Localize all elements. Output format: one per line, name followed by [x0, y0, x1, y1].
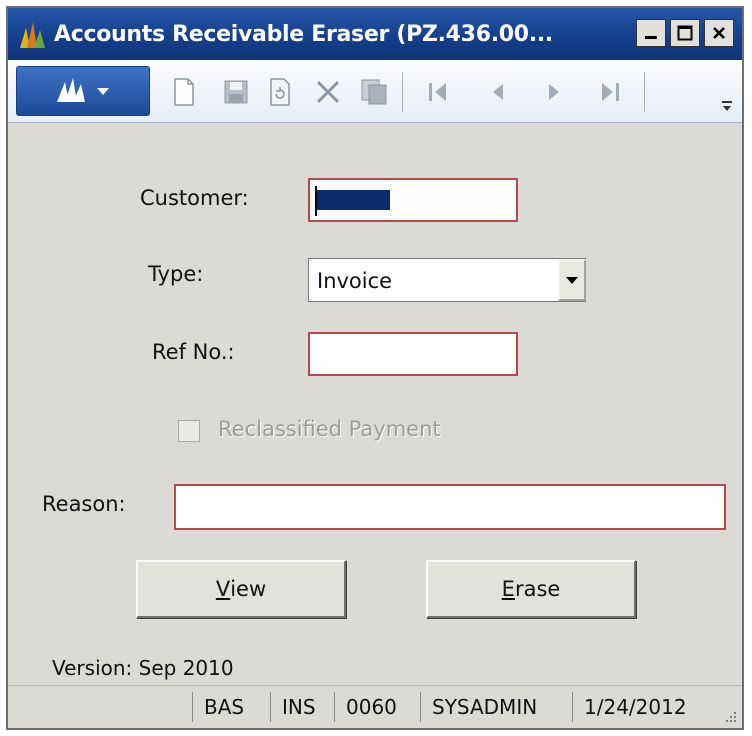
toolbar-separator: [402, 72, 403, 112]
first-record-button[interactable]: [422, 76, 454, 108]
first-record-icon: [429, 83, 446, 101]
minimize-icon: [645, 36, 657, 39]
last-record-button[interactable]: [594, 76, 626, 108]
type-label: Type:: [148, 262, 204, 286]
app-menu-button[interactable]: [16, 66, 150, 116]
app-window: Accounts Receivable Eraser (PZ.436.00...: [6, 6, 744, 730]
version-text: Version: Sep 2010: [52, 656, 234, 680]
maximize-button[interactable]: [670, 19, 700, 47]
status-user: SYSADMIN: [432, 695, 538, 719]
previous-record-icon: [493, 84, 503, 100]
chevron-down-icon: [566, 277, 578, 284]
customer-input[interactable]: [308, 178, 518, 222]
title-bar[interactable]: Accounts Receivable Eraser (PZ.436.00...: [8, 8, 742, 60]
last-record-icon: [602, 83, 619, 101]
status-date: 1/24/2012: [584, 695, 687, 719]
type-dropdown-button[interactable]: [558, 259, 586, 301]
reclassified-payment-label: Reclassified Payment: [218, 417, 441, 441]
type-select-value: Invoice: [317, 269, 393, 293]
reclassified-payment-checkbox[interactable]: [178, 420, 200, 442]
copy-button[interactable]: [358, 76, 390, 108]
status-mode: INS: [282, 695, 316, 719]
delete-icon: [316, 80, 340, 104]
reason-input[interactable]: [174, 484, 726, 530]
app-menu-icon: [57, 78, 109, 102]
text-cursor: [315, 186, 317, 216]
refno-label: Ref No.:: [152, 340, 235, 364]
erase-button[interactable]: Erase: [426, 560, 636, 618]
toolbar: [8, 60, 742, 123]
status-company: BAS: [204, 695, 245, 719]
reason-label: Reason:: [42, 492, 126, 516]
erase-button-accesskey: E: [501, 577, 515, 601]
status-separator: [270, 692, 271, 722]
new-icon: [174, 78, 194, 106]
dynamics-logo-icon: [20, 22, 45, 48]
view-button-label: iew: [230, 577, 267, 601]
new-button[interactable]: [168, 76, 200, 108]
customer-label: Customer:: [140, 186, 249, 210]
status-separator: [334, 692, 335, 722]
erase-button-label: rase: [514, 577, 561, 601]
status-code: 0060: [346, 695, 397, 719]
save-icon: [224, 80, 248, 104]
next-record-button[interactable]: [538, 76, 570, 108]
close-button[interactable]: [704, 19, 734, 47]
resize-grip-icon[interactable]: [722, 708, 738, 724]
status-separator: [572, 692, 573, 722]
customer-selection-highlight: [316, 190, 390, 210]
previous-record-button[interactable]: [482, 76, 514, 108]
save-button[interactable]: [220, 76, 252, 108]
status-separator: [420, 692, 421, 722]
delete-button[interactable]: [312, 76, 344, 108]
next-record-icon: [549, 84, 559, 100]
copy-icon: [361, 79, 387, 105]
overflow-icon[interactable]: [722, 100, 732, 112]
close-icon: [713, 27, 725, 39]
toolbar-separator: [644, 72, 645, 112]
maximize-icon: [677, 25, 693, 41]
status-bar: BAS INS 0060 SYSADMIN 1/24/2012: [8, 685, 742, 728]
refresh-button[interactable]: [264, 76, 296, 108]
type-select[interactable]: Invoice: [308, 258, 586, 302]
view-button-accesskey: V: [215, 577, 231, 601]
refresh-icon: [270, 78, 290, 106]
view-button[interactable]: View: [136, 560, 346, 618]
window-title: Accounts Receivable Eraser (PZ.436.00...: [54, 21, 553, 47]
status-separator: [192, 692, 193, 722]
minimize-button[interactable]: [636, 19, 666, 47]
refno-input[interactable]: [308, 332, 518, 376]
